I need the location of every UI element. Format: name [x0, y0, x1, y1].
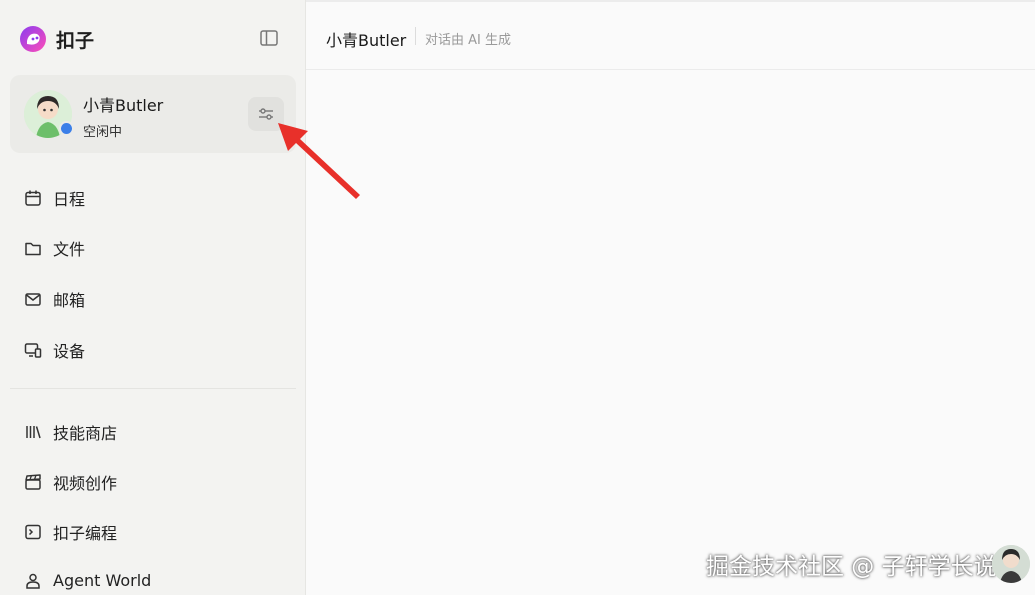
person-icon: [26, 573, 40, 589]
watermark-text: 掘金技术社区 @ 子轩学长说: [706, 554, 997, 580]
nav-label: 邮箱: [53, 291, 86, 310]
agent-avatar-wrap: [24, 90, 74, 138]
nav-label: 扣子编程: [53, 524, 118, 543]
sliders-icon: [259, 108, 273, 120]
nav-divider: [10, 388, 296, 389]
nav-label: 文件: [53, 240, 86, 259]
sidebar-toggle-icon[interactable]: [258, 27, 280, 49]
agent-settings-button[interactable]: [248, 97, 284, 131]
terminal-icon: [25, 524, 41, 540]
online-status-dot: [59, 121, 74, 136]
nav-label: Agent World: [53, 571, 152, 590]
nav-label: 设备: [53, 342, 86, 361]
nav-label: 视频创作: [53, 474, 118, 493]
title-separator: [415, 27, 416, 45]
nav-label: 日程: [53, 190, 86, 209]
nav-item-mail[interactable]: 邮箱: [24, 287, 85, 311]
nav-item-skill-store[interactable]: 技能商店: [24, 420, 117, 444]
nav-item-files[interactable]: 文件: [24, 236, 85, 260]
watermark-avatar: [992, 545, 1030, 583]
brand-name: 扣子: [56, 29, 95, 52]
chat-title: 小青Butler: [326, 31, 407, 50]
clapperboard-icon: [25, 474, 41, 490]
chat-area: [306, 70, 1035, 595]
coze-logo-icon: [20, 26, 46, 52]
nav-item-coze-coding[interactable]: 扣子编程: [24, 520, 117, 544]
agent-card[interactable]: 小青Butler 空闲中: [10, 75, 296, 153]
chat-header: 小青Butler 对话由 AI 生成: [306, 0, 1035, 70]
mail-icon: [25, 293, 41, 306]
agent-status: 空闲中: [83, 125, 123, 140]
folder-icon: [25, 242, 41, 256]
nav-item-schedule[interactable]: 日程: [24, 186, 85, 210]
nav-item-devices[interactable]: 设备: [24, 338, 85, 362]
agent-name: 小青Butler: [83, 96, 164, 115]
nav-item-video-creation[interactable]: 视频创作: [24, 470, 117, 494]
library-icon: [26, 426, 41, 439]
nav-item-agent-world[interactable]: Agent World: [24, 571, 151, 590]
sidebar: 扣子 小青Butler 空闲中 日程 文件 邮箱 设备 技能商店 视频创作 扣子…: [0, 0, 306, 595]
nav-label: 技能商店: [53, 424, 118, 443]
device-icon: [24, 343, 42, 358]
ai-disclaimer: 对话由 AI 生成: [425, 33, 511, 48]
calendar-icon: [25, 190, 41, 206]
brand[interactable]: 扣子: [18, 24, 94, 54]
